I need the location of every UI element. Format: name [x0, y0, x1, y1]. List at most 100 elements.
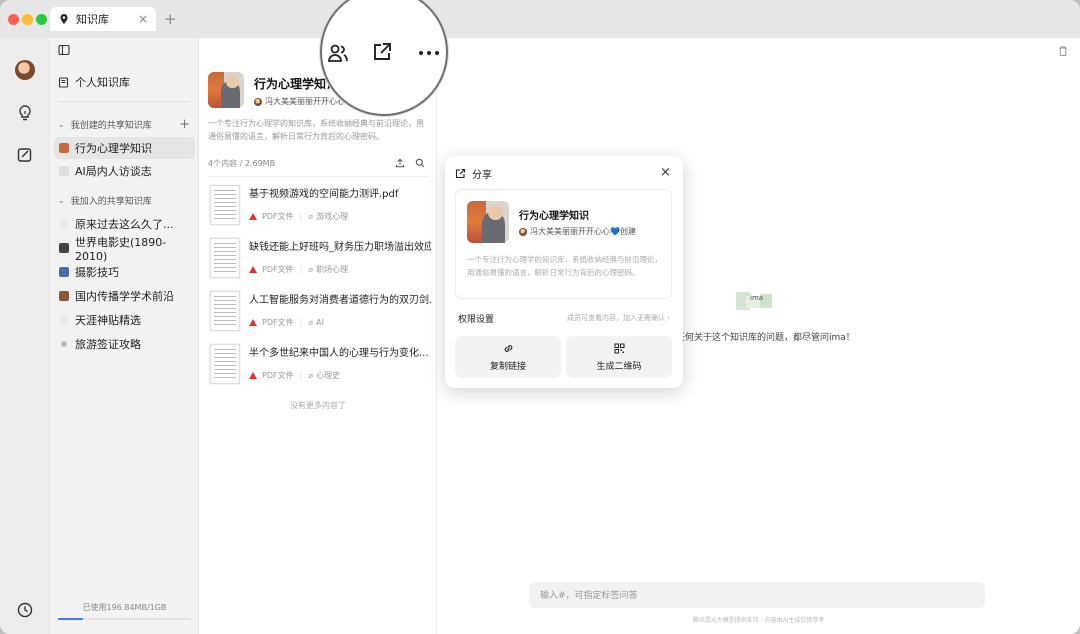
- document-tag: 职场心理: [316, 265, 349, 274]
- storage-usage-fill: [58, 618, 84, 620]
- document-tag: 游戏心理: [316, 212, 349, 221]
- section-joined-header[interactable]: ⌄ 我加入的共享知识库: [58, 194, 190, 207]
- kb-cover-icon: [59, 267, 69, 277]
- divider: [208, 176, 428, 177]
- trash-icon[interactable]: [1057, 45, 1069, 57]
- kb-cover-image: [467, 201, 509, 243]
- document-tag: 心理史: [316, 371, 341, 380]
- share-icon[interactable]: [371, 41, 393, 63]
- tag-icon: ⌀: [308, 265, 314, 274]
- copy-link-button[interactable]: 复制链接: [455, 336, 561, 378]
- document-title: 人工智能服务对消费者道德行为的双刃剑...: [249, 295, 431, 306]
- sidebar-item-personal[interactable]: 个人知识库: [58, 74, 130, 90]
- sidebar-item-behavior-psychology[interactable]: 行为心理学知识: [54, 137, 195, 159]
- sidebar-item-label: 个人知识库: [75, 76, 130, 89]
- minimize-window-button[interactable]: [22, 14, 33, 25]
- section-label: 我创建的共享知识库: [70, 121, 152, 131]
- kb-cover-image: [208, 72, 244, 108]
- document-tag: AI: [316, 318, 324, 327]
- sidebar-item-label: 天涯神贴精选: [75, 314, 141, 327]
- no-more-content-label: 没有更多内容了: [290, 401, 346, 410]
- share-card-title: 行为心理学知识: [519, 211, 589, 222]
- document-meta: PDF文件 | ⌀ 心理史: [249, 370, 340, 381]
- kb-content-count: 4个内容 / 2.69MB: [208, 159, 276, 168]
- document-title: 半个多世纪来中国人的心理与行为变化...: [249, 348, 429, 359]
- chat-input[interactable]: 输入#，可指定标签问答: [529, 582, 985, 608]
- search-icon[interactable]: [415, 158, 425, 168]
- avatar: [519, 227, 527, 236]
- document-title: 缺钱还能上好班吗_财务压力职场溢出效应...: [249, 242, 431, 253]
- sidebar-item-joined-3[interactable]: 摄影技巧: [54, 261, 195, 283]
- chevron-down-icon: ⌄: [58, 196, 65, 205]
- sidebar-toggle-icon[interactable]: [58, 44, 70, 56]
- share-card-author-label: 冯大美美丽丽开开心心💙创建: [530, 227, 636, 236]
- upload-icon[interactable]: [395, 158, 405, 168]
- generate-qr-code-button[interactable]: 生成二维码: [566, 336, 672, 378]
- tag-icon: ⌀: [308, 371, 314, 380]
- list-item[interactable]: 基于视频游戏的空间能力测评.pdf PDF文件 | ⌀ 游戏心理: [208, 183, 430, 231]
- list-item[interactable]: 半个多世纪来中国人的心理与行为变化... PDF文件 | ⌀ 心理史: [208, 342, 430, 390]
- ask-hint: 任何关于这个知识库的问题，都尽管问ima！: [676, 333, 855, 343]
- new-tab-button[interactable]: +: [164, 10, 177, 28]
- sidebar-item-joined-1[interactable]: 原来过去这么久了...: [54, 213, 195, 235]
- divider: [58, 101, 190, 102]
- kb-cover-icon: [61, 341, 67, 347]
- share-card-author: 冯大美美丽丽开开心心💙创建: [519, 226, 636, 237]
- pdf-icon: [249, 266, 257, 273]
- sidebar-item-label: 摄影技巧: [75, 266, 119, 279]
- list-item[interactable]: 人工智能服务对消费者道德行为的双刃剑... PDF文件 | ⌀ AI: [208, 289, 431, 337]
- qr-code-icon: [614, 343, 624, 353]
- tab-knowledge-base[interactable]: 知识库 ×: [50, 7, 156, 31]
- sidebar-item-label: 国内传播学学术前沿: [75, 290, 174, 303]
- tab-label: 知识库: [76, 13, 109, 26]
- document-type: PDF文件: [262, 318, 294, 327]
- document-thumbnail: [210, 185, 240, 225]
- lightbulb-icon[interactable]: [16, 104, 34, 122]
- document-thumbnail: [210, 291, 240, 331]
- sidebar-item-joined-2[interactable]: 世界电影史(1890-2010): [54, 236, 195, 263]
- share-dialog-header: 分享: [455, 166, 492, 181]
- sidebar-item-joined-6[interactable]: 旅游签证攻略: [54, 333, 195, 355]
- sidebar: 个人知识库 ⌄ 我创建的共享知识库 + 行为心理学知识 AI局内人访谈志 ⌄ 我…: [50, 38, 199, 634]
- pdf-icon: [249, 319, 257, 326]
- more-icon[interactable]: [418, 50, 440, 56]
- document-title: 基于视频游戏的空间能力测评.pdf: [249, 189, 399, 200]
- members-icon[interactable]: [327, 42, 349, 64]
- storage-usage-label: 已使用196.84MB/1GB: [82, 603, 167, 612]
- tag-icon: ⌀: [308, 318, 314, 327]
- left-rail: [0, 38, 50, 634]
- clock-icon[interactable]: [16, 601, 34, 619]
- document-meta: PDF文件 | ⌀ 职场心理: [249, 264, 348, 275]
- kb-cover-icon: [59, 219, 69, 229]
- document-meta: PDF文件 | ⌀ 游戏心理: [249, 211, 348, 222]
- kb-cover-icon: [59, 315, 69, 325]
- share-card-description: 一个专注行为心理学的知识库，系统收纳经典与前沿理论，用通俗易懂的语言，解析日常行…: [467, 255, 662, 277]
- sidebar-item-joined-4[interactable]: 国内传播学学术前沿: [54, 285, 195, 307]
- sidebar-item-label: AI局内人访谈志: [75, 165, 152, 178]
- kb-cover-icon: [59, 143, 69, 153]
- kb-cover-icon: [59, 291, 69, 301]
- sidebar-item-ai-interviews[interactable]: AI局内人访谈志: [54, 160, 195, 182]
- section-label: 我加入的共享知识库: [70, 197, 152, 207]
- sidebar-item-label: 旅游签证攻略: [75, 338, 141, 351]
- link-icon: [504, 344, 512, 352]
- section-created-header[interactable]: ⌄ 我创建的共享知识库 +: [58, 117, 190, 132]
- sidebar-item-joined-5[interactable]: 天涯神贴精选: [54, 309, 195, 331]
- sidebar-item-label: 行为心理学知识: [75, 142, 152, 155]
- edit-note-icon[interactable]: [16, 146, 34, 164]
- document-type: PDF文件: [262, 265, 294, 274]
- pdf-icon: [249, 213, 257, 220]
- knowledge-base-panel: 行为心理学知识 冯大美美丽丽开开心心💙创建 · 一个专注行为心理学的知识库，系统…: [199, 38, 437, 634]
- location-pin-icon: [60, 14, 68, 24]
- maximize-window-button[interactable]: [36, 14, 47, 25]
- tab-close-icon[interactable]: ×: [138, 12, 148, 26]
- permission-settings-label: 权限设置: [458, 315, 495, 325]
- permission-settings-value[interactable]: 成员可查看内容，加入无需确认 ›: [567, 313, 670, 323]
- avatar[interactable]: [15, 60, 35, 80]
- add-knowledge-base-button[interactable]: +: [179, 117, 190, 132]
- close-icon[interactable]: ×: [660, 165, 671, 180]
- storage-usage-bar: [58, 618, 191, 620]
- list-item[interactable]: 缺钱还能上好班吗_财务压力职场溢出效应... PDF文件 | ⌀ 职场心理: [208, 236, 431, 284]
- close-window-button[interactable]: [8, 14, 19, 25]
- share-icon: [455, 168, 466, 179]
